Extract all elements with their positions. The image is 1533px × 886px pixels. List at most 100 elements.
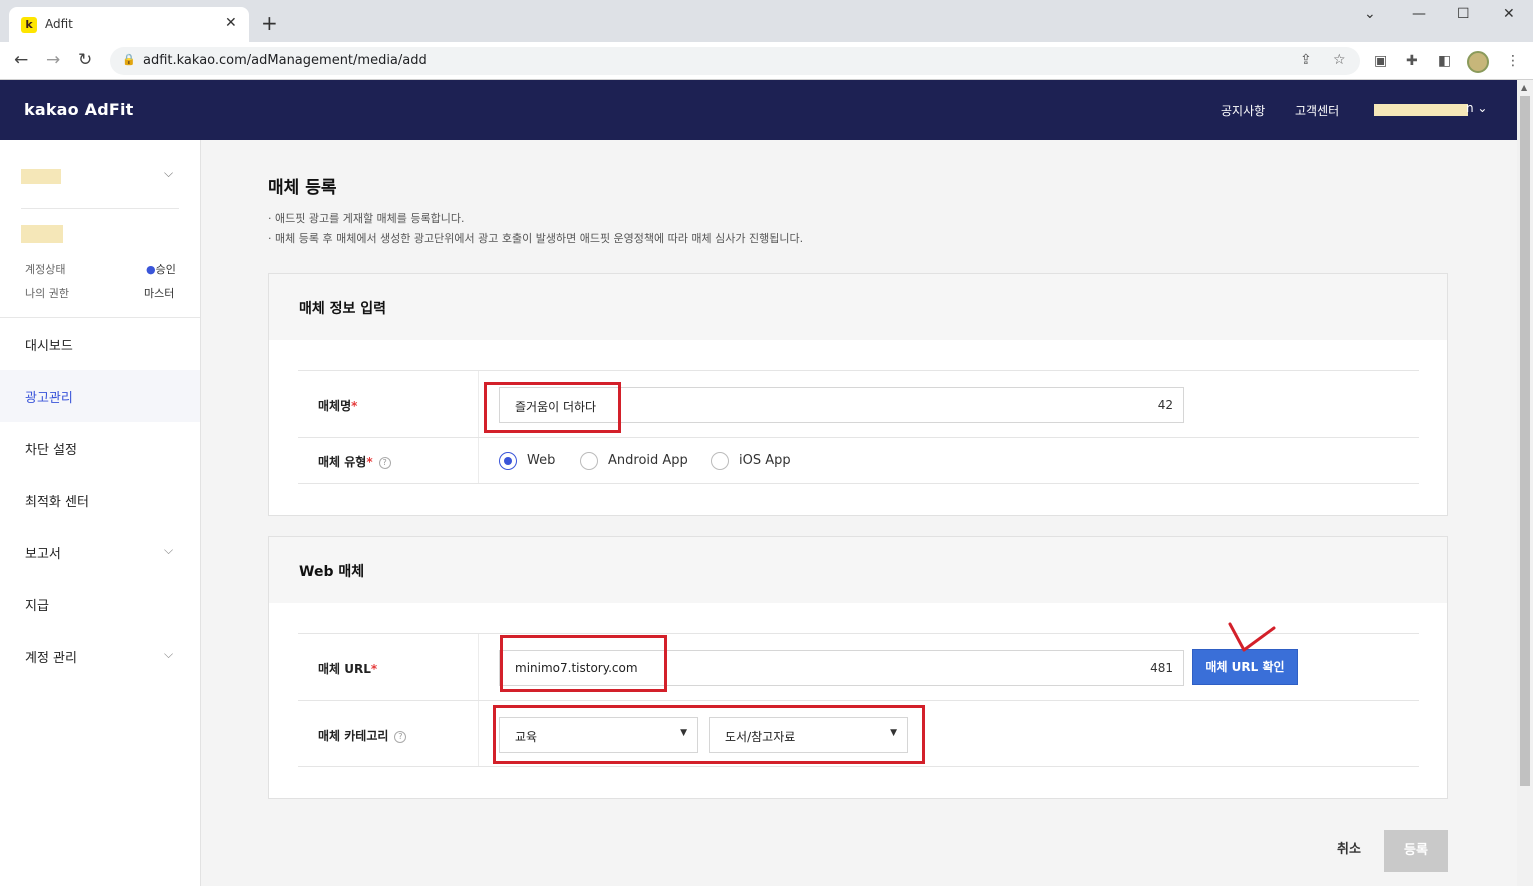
help-icon[interactable]: ?	[378, 457, 391, 469]
scroll-thumb[interactable]	[1520, 96, 1530, 786]
extensions-icon[interactable]: ✚	[1406, 53, 1418, 69]
cancel-button[interactable]: 취소	[1319, 830, 1379, 870]
panel-title: 매체 정보 입력	[299, 301, 387, 317]
account-status-text: 승인	[155, 263, 176, 276]
media-type-label: 매체 유형*?	[318, 453, 391, 470]
media-icon[interactable]: ▣	[1374, 53, 1387, 69]
media-url-value: minimo7.tistory.com	[515, 661, 638, 675]
sidebar-item-optimization-center[interactable]: 최적화 센터	[0, 474, 200, 526]
browser-tab-strip: k Adfit ✕ + ⌄ — ☐ ✕	[0, 0, 1533, 42]
sidebar-item-label: 차단 설정	[25, 443, 77, 458]
media-name-label: 매체명*	[318, 397, 357, 414]
share-icon[interactable]: ⇪	[1300, 52, 1312, 68]
tab-title: Adfit	[45, 17, 73, 31]
radio-label: iOS App	[739, 453, 791, 468]
label-cell: 매체 유형*?	[298, 438, 479, 483]
account-selector-redacted[interactable]	[21, 169, 61, 184]
media-info-panel: 매체 정보 입력 매체명* 즐거움이 더하다 42 매체 유형*? Web An…	[268, 273, 1448, 516]
sidebar-item-label: 광고관리	[25, 391, 73, 406]
maximize-icon[interactable]: ☐	[1457, 6, 1470, 22]
sidebar-item-label: 보고서	[25, 547, 61, 562]
category-primary-select[interactable]: 교육 ▼	[499, 717, 698, 753]
radio-unchecked-icon	[580, 452, 598, 470]
status-dot-icon: ●	[146, 263, 156, 276]
tab-close-icon[interactable]: ✕	[225, 15, 237, 31]
category-secondary-select[interactable]: 도서/참고자료 ▼	[709, 717, 908, 753]
app-header: kakao AdFit 공지사항 고객센터 n ⌄	[0, 80, 1517, 140]
media-url-char-count: 481	[1150, 661, 1173, 675]
kakao-adfit-logo[interactable]: kakao AdFit	[24, 100, 134, 119]
sidebar-item-label: 계정 관리	[25, 651, 77, 666]
sidebar-item-account-management[interactable]: 계정 관리 ⌵	[0, 630, 200, 682]
side-panel-icon[interactable]: ◧	[1438, 53, 1451, 69]
page-title: 매체 등록	[268, 178, 337, 198]
support-link[interactable]: 고객센터	[1295, 102, 1339, 119]
media-category-label-text: 매체 카테고리	[318, 729, 389, 743]
permission-value: 마스터	[144, 287, 175, 300]
radio-unchecked-icon	[711, 452, 729, 470]
panel-header: 매체 정보 입력	[269, 274, 1447, 340]
media-url-input[interactable]: minimo7.tistory.com 481	[499, 650, 1184, 686]
tab-search-icon[interactable]: ⌄	[1364, 6, 1376, 22]
media-type-label-text: 매체 유형	[318, 455, 367, 469]
label-cell: 매체명*	[298, 371, 479, 437]
account-status-value: ●승인	[146, 261, 176, 277]
required-mark: *	[366, 455, 373, 469]
lock-icon: 🔒	[122, 53, 136, 66]
label-cell: 매체 카테고리?	[298, 701, 479, 766]
notice-link[interactable]: 공지사항	[1221, 102, 1265, 119]
page-scrollbar[interactable]: ▲	[1517, 80, 1533, 886]
panel-title: Web 매체	[299, 564, 365, 580]
media-url-label: 매체 URL*	[318, 660, 377, 677]
chevron-down-icon: ⌵	[164, 543, 174, 557]
media-name-input[interactable]: 즐거움이 더하다 42	[499, 387, 1184, 423]
media-category-row: 매체 카테고리? 교육 ▼ 도서/참고자료 ▼	[298, 700, 1419, 767]
divider	[21, 208, 179, 209]
label-cell: 매체 URL*	[298, 634, 479, 700]
sidebar-item-label: 최적화 센터	[25, 495, 89, 510]
window-close-icon[interactable]: ✕	[1503, 6, 1515, 22]
back-icon[interactable]: ←	[14, 50, 28, 70]
minimize-icon[interactable]: —	[1412, 6, 1426, 22]
sidebar-item-ad-management[interactable]: 광고관리	[0, 370, 200, 422]
radio-label: Web	[527, 453, 556, 468]
account-chevron-down-icon[interactable]: ⌵	[164, 166, 173, 181]
media-name-row: 매체명* 즐거움이 더하다 42	[298, 370, 1419, 437]
profile-avatar[interactable]	[1467, 51, 1489, 73]
sidebar-item-label: 지급	[25, 599, 49, 614]
sidebar-item-payment[interactable]: 지급	[0, 578, 200, 630]
required-mark: *	[370, 662, 378, 676]
bookmark-star-icon[interactable]: ☆	[1333, 52, 1346, 68]
menu-kebab-icon[interactable]: ⋮	[1506, 53, 1520, 69]
user-account-redacted[interactable]	[1374, 104, 1468, 116]
sidebar-item-block-settings[interactable]: 차단 설정	[0, 422, 200, 474]
browser-toolbar: ← → ↻ 🔒 adfit.kakao.com/adManagement/med…	[0, 42, 1533, 80]
radio-label: Android App	[608, 453, 688, 468]
kakao-favicon-icon: k	[21, 17, 37, 33]
caret-down-icon: ▼	[680, 728, 687, 738]
address-bar[interactable]: 🔒 adfit.kakao.com/adManagement/media/add…	[110, 47, 1360, 75]
category-secondary-value: 도서/참고자료	[725, 730, 796, 744]
media-url-label-text: 매체 URL	[318, 662, 371, 676]
sidebar-item-dashboard[interactable]: 대시보드	[0, 318, 200, 370]
required-mark: *	[351, 399, 358, 413]
page-description: · 매체 등록 후 매체에서 생성한 광고단위에서 광고 호출이 발생하면 애드…	[268, 232, 804, 245]
help-icon[interactable]: ?	[394, 731, 407, 743]
forward-icon[interactable]: →	[46, 50, 60, 70]
main-content: 매체 등록 · 애드핏 광고를 게재할 매체를 등록합니다. · 매체 등록 후…	[201, 140, 1517, 886]
new-tab-icon[interactable]: +	[261, 13, 278, 33]
submit-button[interactable]: 등록	[1384, 830, 1448, 872]
verify-url-button[interactable]: 매체 URL 확인	[1192, 649, 1298, 685]
url-text: adfit.kakao.com/adManagement/media/add	[143, 53, 427, 68]
scroll-up-icon[interactable]: ▲	[1521, 83, 1527, 92]
browser-tab[interactable]: k Adfit ✕	[9, 7, 249, 42]
media-name-char-count: 42	[1157, 398, 1173, 412]
media-name-value: 즐거움이 더하다	[515, 400, 597, 414]
chevron-down-icon: ⌵	[164, 647, 174, 661]
user-menu-toggle[interactable]: n ⌄	[1466, 101, 1487, 115]
account-name-redacted	[21, 225, 63, 243]
sidebar-item-reports[interactable]: 보고서 ⌵	[0, 526, 200, 578]
reload-icon[interactable]: ↻	[78, 50, 92, 70]
panel-header: Web 매체	[269, 537, 1447, 603]
caret-down-icon: ▼	[890, 728, 897, 738]
